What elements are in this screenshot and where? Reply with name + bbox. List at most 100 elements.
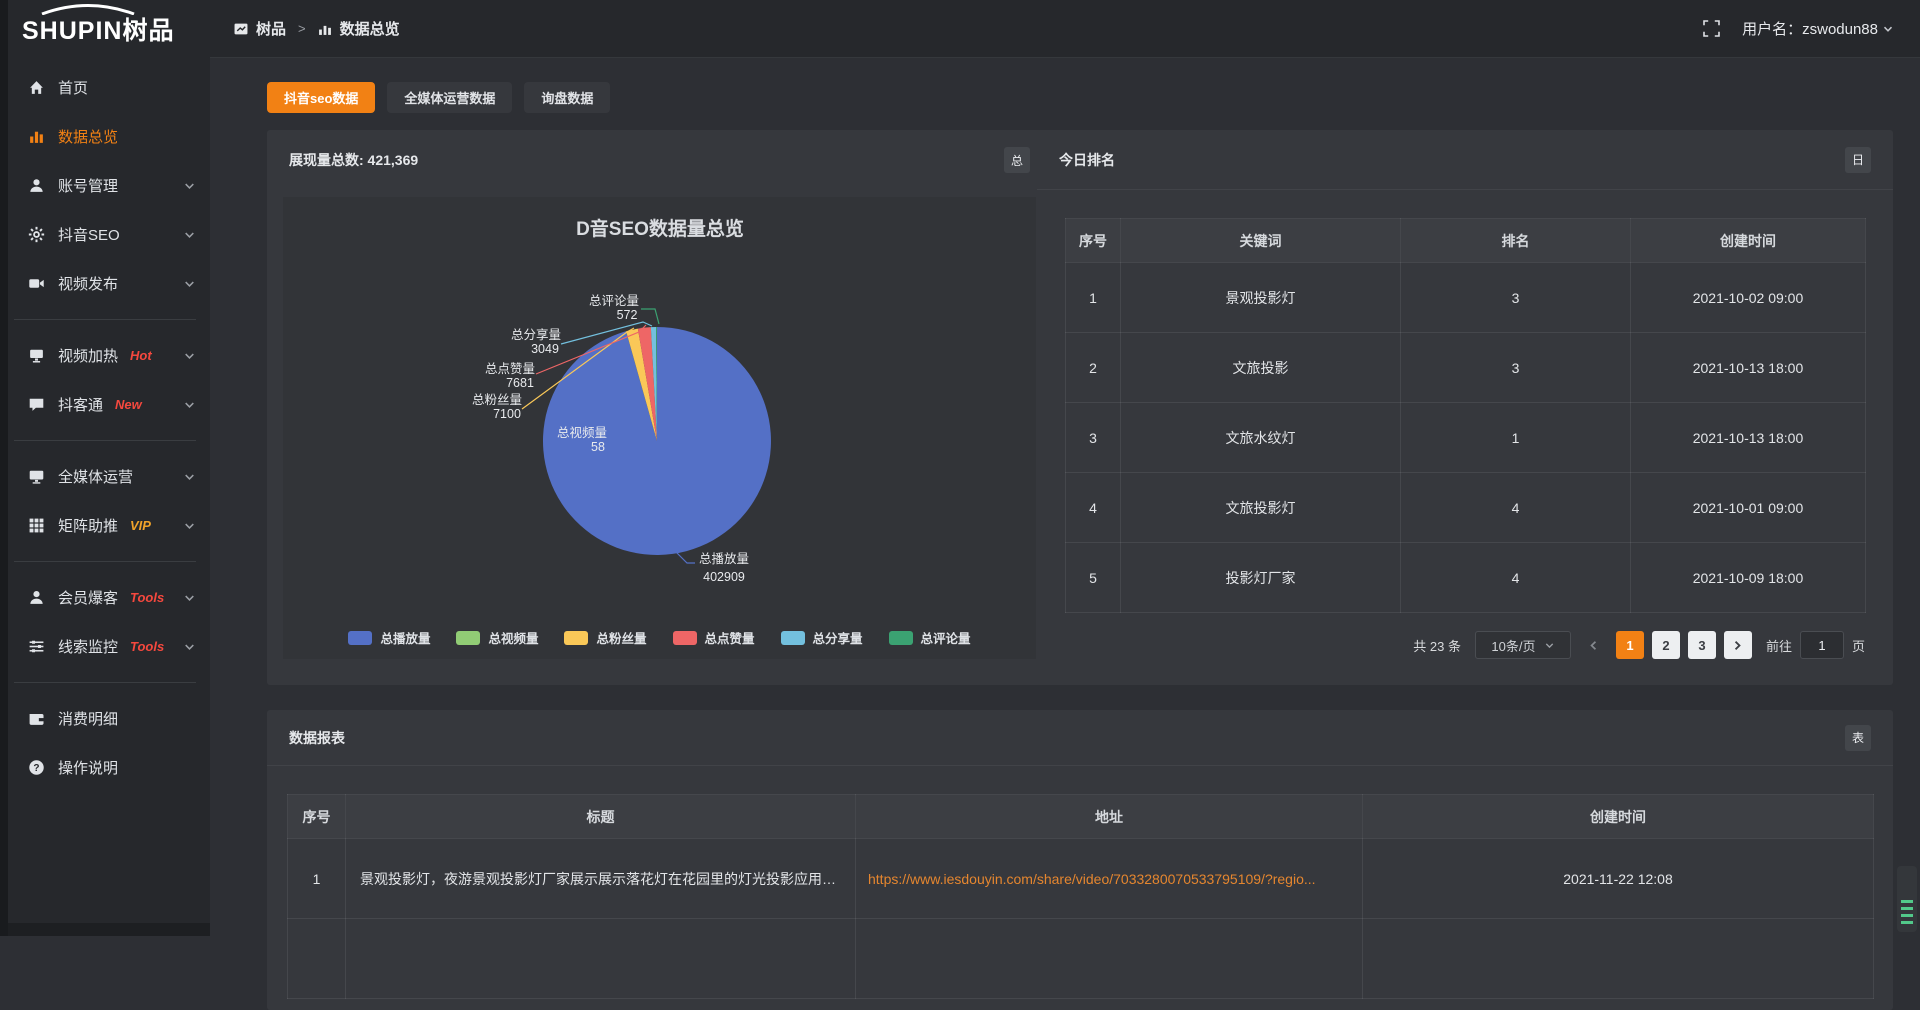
app-logo[interactable]: SHUPIN树品 (8, 0, 210, 58)
sidebar-item-label: 会员爆客 (58, 587, 118, 608)
legend-item[interactable]: 总点赞量 (673, 628, 755, 647)
sidebar-item-label: 视频加热 (58, 345, 118, 366)
report-cell-title: 景观投影灯，夜游景观投影灯厂家展示展示落花灯在花园里的灯光投影应用效果 # (346, 839, 856, 919)
member-baoke-icon (28, 589, 45, 606)
chevron-down-icon (183, 349, 196, 362)
sidebar-item-label: 全媒体运营 (58, 466, 133, 487)
table-row[interactable]: 5投影灯厂家42021-10-09 18:00 (1066, 543, 1866, 613)
report-badge-button[interactable]: 表 (1845, 725, 1871, 751)
today-ranking-panel: 今日排名 日 序号关键词排名创建时间1景观投影灯32021-10-02 09:0… (1037, 130, 1893, 685)
sidebar-item-clue-monitor[interactable]: 线索监控 Tools (8, 622, 210, 671)
sidebar-item-account-management[interactable]: 账号管理 (8, 161, 210, 210)
tab-2[interactable]: 询盘数据 (524, 82, 610, 113)
sidebar-item-badge: Hot (130, 348, 152, 363)
table-row[interactable]: 2文旅投影32021-10-13 18:00 (1066, 333, 1866, 403)
svg-text:总分享量: 总分享量 (511, 327, 561, 342)
floating-widget[interactable] (1897, 866, 1917, 932)
sidebar-item-matrix-boost[interactable]: 矩阵助推VIP (8, 501, 210, 550)
report-cell-index: 1 (288, 839, 346, 919)
consumption-detail-icon (28, 710, 45, 727)
ranking-table: 序号关键词排名创建时间1景观投影灯32021-10-02 09:002文旅投影3… (1065, 218, 1865, 613)
report-column-header: 创建时间 (1363, 795, 1874, 839)
legend-item[interactable]: 总播放量 (348, 628, 430, 647)
sidebar-item-data-overview[interactable]: 数据总览 (8, 112, 210, 161)
sidebar-item-video-publish[interactable]: 视频发布 (8, 259, 210, 308)
ranking-column-header: 创建时间 (1631, 219, 1866, 263)
legend-item[interactable]: 总分享量 (781, 628, 863, 647)
video-publish-icon (28, 275, 45, 292)
table-row[interactable]: 3文旅水纹灯12021-10-13 18:00 (1066, 403, 1866, 473)
user-menu[interactable]: 用户名：zswodun88 (1742, 18, 1894, 39)
sidebar-item-label: 线索监控 (58, 636, 118, 657)
page-size-select[interactable]: 10条/页 (1475, 631, 1571, 659)
sidebar-item-operation-guide[interactable]: ?操作说明 (8, 743, 210, 792)
legend-item[interactable]: 总视频量 (456, 628, 538, 647)
sidebar-item-home[interactable]: 首页 (8, 63, 210, 112)
legend-swatch (564, 631, 588, 645)
breadcrumb-separator: > (298, 21, 306, 36)
page-button-2[interactable]: 2 (1652, 631, 1680, 659)
chevron-down-icon (183, 277, 196, 290)
sidebar-item-label: 视频发布 (58, 273, 118, 294)
sidebar-item-member-baoke[interactable]: 会员爆客Tools (8, 573, 210, 622)
sidebar-item-label: 首页 (58, 77, 88, 98)
legend-swatch (348, 631, 372, 645)
breadcrumb-page: 数据总览 (340, 18, 400, 39)
sidebar-item-label: 抖音SEO (58, 224, 120, 245)
home-icon (28, 79, 45, 96)
table-cell: 2021-10-13 18:00 (1631, 333, 1866, 403)
svg-text:572: 572 (617, 308, 638, 322)
tab-1[interactable]: 全媒体运营数据 (387, 82, 512, 113)
report-column-header: 序号 (288, 795, 346, 839)
legend-swatch (456, 631, 480, 645)
sidebar-item-douketong[interactable]: 抖客通New (8, 380, 210, 429)
goto-unit-label: 页 (1852, 636, 1865, 655)
logo-text: SHUPIN树品 (22, 17, 174, 45)
overview-chart-panel: 展现量总数: 421,369 总 D音SEO数据量总览总播放量402909总视频… (267, 130, 1052, 685)
fullscreen-icon[interactable] (1703, 20, 1720, 37)
overview-badge-button[interactable]: 总 (1004, 147, 1030, 173)
data-report-panel: 数据报表 表 序号标题地址创建时间1景观投影灯，夜游景观投影灯厂家展示展示落花灯… (267, 710, 1893, 1010)
table-cell: 1 (1401, 403, 1631, 473)
pie-chart[interactable]: D音SEO数据量总览总播放量402909总视频量58总粉丝量7100总点赞量76… (283, 197, 1036, 659)
prev-page-button[interactable] (1585, 639, 1602, 652)
table-cell: 2021-10-01 09:00 (1631, 473, 1866, 543)
sidebar-menu: 首页数据总览账号管理抖音SEO 视频发布视频加热 Hot 抖客通New 全媒体运营矩阵助… (8, 58, 210, 792)
table-row[interactable]: 1景观投影灯32021-10-02 09:00 (1066, 263, 1866, 333)
pagination-total: 共 23 条 (1413, 636, 1461, 655)
legend-item[interactable]: 总评论量 (889, 628, 971, 647)
page-button-1[interactable]: 1 (1616, 631, 1644, 659)
breadcrumb-app[interactable]: 树品 (256, 18, 286, 39)
sidebar-item-media-operation[interactable]: 全媒体运营 (8, 452, 210, 501)
table-cell: 2021-10-02 09:00 (1631, 263, 1866, 333)
legend-label: 总分享量 (813, 628, 863, 647)
table-cell: 4 (1066, 473, 1121, 543)
tab-0[interactable]: 抖音seo数据 (267, 82, 375, 113)
sidebar-collapse-bar[interactable] (8, 923, 210, 936)
next-page-button[interactable] (1724, 631, 1752, 659)
ranking-badge-button[interactable]: 日 (1845, 147, 1871, 173)
page-button-3[interactable]: 3 (1688, 631, 1716, 659)
sidebar-divider (14, 440, 196, 441)
svg-text:7681: 7681 (506, 376, 534, 390)
pie-chart-canvas[interactable]: D音SEO数据量总览总播放量402909总视频量58总粉丝量7100总点赞量76… (283, 197, 1036, 664)
table-cell: 3 (1401, 333, 1631, 403)
sidebar-divider (14, 561, 196, 562)
legend-item[interactable]: 总粉丝量 (564, 628, 646, 647)
logo-arc-icon (40, 3, 136, 15)
sidebar-item-badge: Tools (130, 639, 164, 654)
video-link[interactable]: https://www.iesdouyin.com/share/video/70… (868, 871, 1316, 887)
sidebar-item-consumption-detail[interactable]: 消费明细 (8, 694, 210, 743)
top-bar: 树品 > 数据总览 用户名：zswodun88 (210, 0, 1920, 58)
svg-text:总视频量: 总视频量 (557, 425, 607, 440)
ranking-column-header: 排名 (1401, 219, 1631, 263)
table-row[interactable]: 4文旅投影灯42021-10-01 09:00 (1066, 473, 1866, 543)
goto-page-input[interactable] (1800, 631, 1844, 659)
ranking-column-header: 序号 (1066, 219, 1121, 263)
data-overview-icon (28, 128, 45, 145)
data-tabs: 抖音seo数据全媒体运营数据询盘数据 (267, 82, 610, 113)
svg-text:总播放量: 总播放量 (699, 551, 749, 566)
sidebar-item-douyin-seo[interactable]: 抖音SEO (8, 210, 210, 259)
sidebar-item-video-heat[interactable]: 视频加热 Hot (8, 331, 210, 380)
sidebar-divider (14, 319, 196, 320)
